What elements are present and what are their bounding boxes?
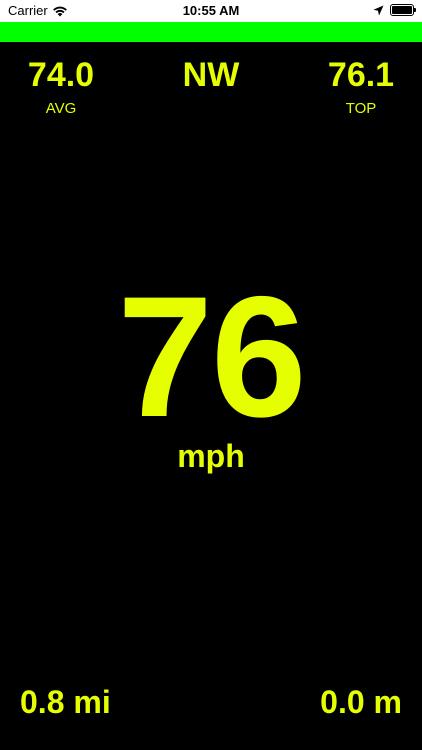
top-speed-value: 76.1 xyxy=(327,56,395,94)
top-speed-stat: 76.1 TOP xyxy=(318,56,404,118)
heading-stat: NW xyxy=(160,56,262,94)
location-arrow-icon xyxy=(373,5,384,15)
avg-speed-value: 74.0 xyxy=(27,56,95,94)
status-time: 10:55 AM xyxy=(182,3,240,18)
top-speed-label: TOP xyxy=(345,100,377,117)
avg-speed-stat: 74.0 AVG xyxy=(18,56,104,118)
speedometer-app: Carrier 10:55 AM 74.0 AVG NW 76.1 TOP 76… xyxy=(0,0,422,750)
avg-speed-label: AVG xyxy=(45,100,77,117)
gps-signal-bar xyxy=(0,22,422,42)
altitude-value[interactable]: 0.0 m xyxy=(320,684,402,720)
battery-level xyxy=(392,6,412,14)
distance-value[interactable]: 0.8 mi xyxy=(20,684,111,720)
speed-value: 76 xyxy=(117,261,306,453)
status-bar: Carrier 10:55 AM xyxy=(0,0,422,22)
status-right-group xyxy=(373,4,416,16)
heading-value: NW xyxy=(182,56,240,94)
speed-unit[interactable]: mph xyxy=(0,438,422,474)
current-speed[interactable]: 76 mph xyxy=(0,261,422,474)
battery-icon xyxy=(390,4,416,16)
